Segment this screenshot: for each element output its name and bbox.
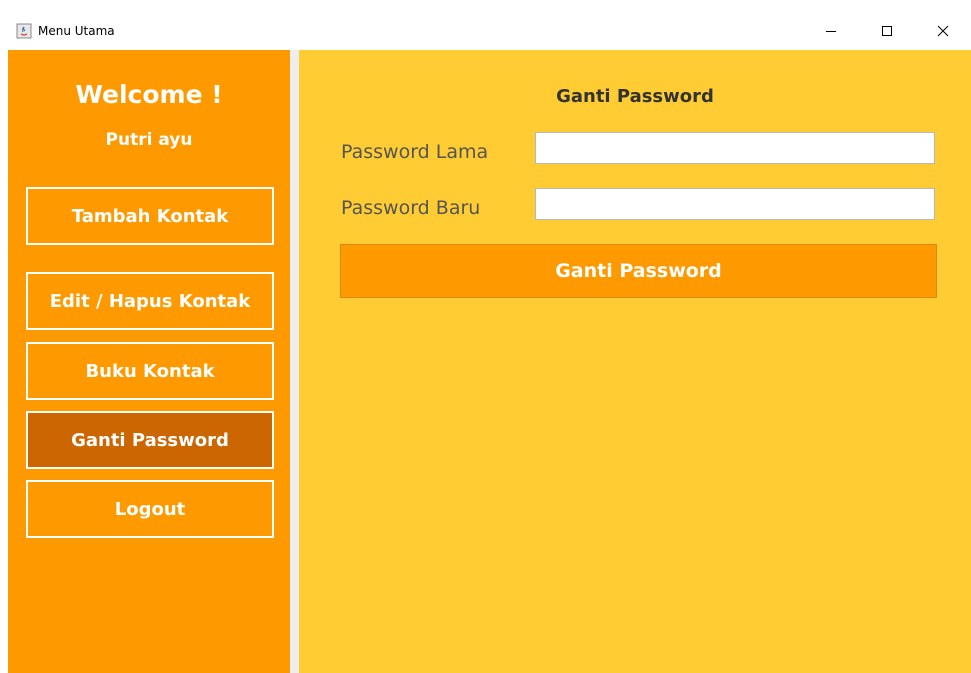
edit-hapus-kontak-button[interactable]: Edit / Hapus Kontak bbox=[26, 272, 274, 330]
password-lama-label: Password Lama bbox=[341, 141, 489, 163]
close-icon bbox=[937, 22, 949, 41]
ganti-password-submit-button[interactable]: Ganti Password bbox=[340, 244, 937, 298]
ganti-password-nav-button[interactable]: Ganti Password bbox=[26, 411, 274, 469]
password-lama-input[interactable] bbox=[535, 132, 935, 164]
form-title: Ganti Password bbox=[556, 86, 714, 107]
username-label: Putri ayu bbox=[105, 130, 193, 150]
window-title: Menu Utama bbox=[38, 24, 115, 38]
window-controls bbox=[803, 12, 971, 50]
app-window: Menu Utama Welcome ! Putri ayu Tambah Ko bbox=[8, 12, 971, 673]
minimize-icon bbox=[825, 22, 837, 41]
sidebar: Welcome ! Putri ayu Tambah Kontak Edit /… bbox=[8, 50, 290, 673]
panel-divider bbox=[290, 50, 299, 673]
java-app-icon bbox=[16, 23, 32, 39]
welcome-heading: Welcome ! bbox=[75, 80, 223, 109]
buku-kontak-button[interactable]: Buku Kontak bbox=[26, 342, 274, 400]
password-baru-input[interactable] bbox=[535, 188, 935, 220]
password-baru-label: Password Baru bbox=[341, 197, 481, 219]
title-bar[interactable]: Menu Utama bbox=[8, 12, 971, 50]
main-panel: Ganti Password Password Lama Password Ba… bbox=[299, 50, 971, 673]
maximize-icon bbox=[881, 22, 893, 41]
minimize-button[interactable] bbox=[803, 12, 859, 50]
tambah-kontak-button[interactable]: Tambah Kontak bbox=[26, 187, 274, 245]
close-button[interactable] bbox=[915, 12, 971, 50]
maximize-button[interactable] bbox=[859, 12, 915, 50]
logout-button[interactable]: Logout bbox=[26, 480, 274, 538]
